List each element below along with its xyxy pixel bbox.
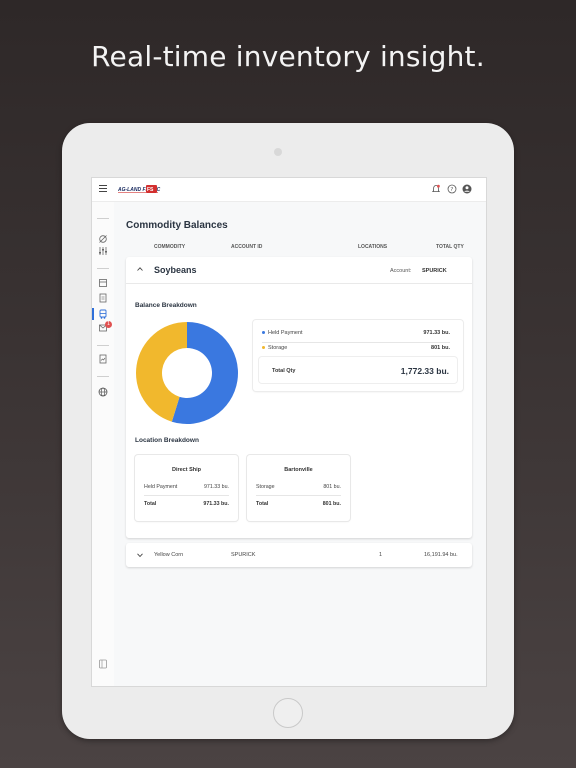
- legend-row-storage: Storage 801 bu.: [262, 345, 450, 351]
- location-total-row: Total 971.33 bu.: [144, 501, 229, 507]
- archive-icon[interactable]: [98, 278, 108, 288]
- legend-label: Held Payment: [268, 330, 303, 336]
- legend-divider: [262, 342, 450, 343]
- sidebar-active-indicator: [92, 308, 94, 320]
- location-card-bartonville: Bartonville Storage 801 bu. Total 801 bu…: [247, 455, 350, 521]
- location-row-value: 801 bu.: [323, 484, 341, 490]
- page-title: Commodity Balances: [126, 220, 228, 231]
- location-row: Held Payment 971.33 bu.: [144, 484, 229, 490]
- legend-dot-storage: [262, 346, 265, 350]
- commodity-card-soybeans: Soybeans Account: SPURICK Balance Breakd…: [126, 257, 472, 538]
- collapse-icon[interactable]: [98, 659, 108, 669]
- location-breakdown-title: Location Breakdown: [135, 437, 199, 444]
- report-icon[interactable]: [98, 354, 108, 364]
- help-icon[interactable]: ?: [447, 184, 457, 194]
- account-icon[interactable]: [462, 184, 472, 194]
- fork-icon[interactable]: [98, 234, 108, 244]
- account-label: Account:: [390, 268, 412, 274]
- location-card-direct-ship: Direct Ship Held Payment 971.33 bu. Tota…: [135, 455, 238, 521]
- location-total-value: 971.33 bu.: [203, 501, 229, 507]
- home-button[interactable]: [273, 698, 303, 728]
- col-total-qty: TOTAL QTY: [436, 244, 464, 250]
- inbox-badge: 1: [105, 321, 112, 328]
- svg-text:?: ?: [450, 187, 453, 193]
- col-locations: LOCATIONS: [358, 244, 388, 250]
- sidebar-divider: [97, 268, 109, 269]
- location-name: Bartonville: [284, 467, 313, 473]
- chevron-up-icon[interactable]: [136, 266, 144, 272]
- location-total-label: Total: [256, 501, 269, 507]
- main-content: Commodity Balances COMMODITY ACCOUNT ID …: [114, 202, 486, 686]
- commodity-name: Soybeans: [154, 265, 197, 275]
- balance-breakdown-title: Balance Breakdown: [135, 302, 197, 309]
- total-qty-row: Total Qty 1,772.33 bu.: [259, 357, 457, 383]
- globe-icon[interactable]: [98, 387, 108, 397]
- top-bar: AG-LAND FS, INC FS ?: [92, 178, 486, 202]
- sidebar-divider: [97, 376, 109, 377]
- legend-dot-held-payment: [262, 331, 265, 335]
- document-icon[interactable]: [98, 293, 108, 303]
- location-row-value: 971.33 bu.: [203, 484, 229, 490]
- location-row-label: Storage: [256, 484, 275, 490]
- legend-value: 971.33 bu.: [423, 330, 450, 336]
- sidebar: 1: [92, 202, 115, 686]
- company-logo: AG-LAND FS, INC FS: [118, 185, 161, 193]
- location-total-value: 801 bu.: [322, 501, 341, 507]
- total-qty-value: 1,772.33 bu.: [400, 366, 449, 376]
- location-total-label: Total: [144, 501, 157, 507]
- balance-legend: Held Payment 971.33 bu. Storage 801 bu. …: [253, 320, 463, 391]
- menu-icon[interactable]: [99, 185, 107, 192]
- app-screen: AG-LAND FS, INC FS ? 1 Commodity Balance…: [91, 177, 487, 687]
- sidebar-divider: [97, 345, 109, 346]
- chevron-down-icon[interactable]: [136, 552, 144, 558]
- legend-label: Storage: [268, 345, 288, 351]
- total-qty-label: Total Qty: [272, 368, 296, 374]
- location-divider: [144, 495, 229, 496]
- legend-value: 801 bu.: [431, 345, 450, 351]
- sliders-icon[interactable]: [98, 246, 108, 256]
- col-commodity: COMMODITY: [154, 244, 186, 250]
- headline: Real-time inventory insight.: [91, 40, 485, 73]
- account-value: SPURICK: [422, 268, 447, 274]
- location-name: Direct Ship: [171, 467, 202, 473]
- commodity-name: Yellow Corn: [154, 552, 184, 558]
- location-divider: [256, 495, 341, 496]
- truck-icon[interactable]: [98, 309, 108, 319]
- col-account-id: ACCOUNT ID: [231, 244, 263, 250]
- location-row-label: Held Payment: [144, 484, 178, 490]
- account-id: SPURICK: [231, 552, 256, 558]
- sidebar-divider: [97, 218, 109, 219]
- total-qty: 16,191.94 bu.: [424, 552, 458, 558]
- commodity-row-yellow-corn[interactable]: Yellow Corn SPURICK 1 16,191.94 bu.: [126, 543, 472, 567]
- front-camera: [274, 148, 282, 156]
- bell-icon[interactable]: [431, 184, 441, 194]
- locations-count: 1: [379, 552, 383, 558]
- location-total-row: Total 801 bu.: [256, 501, 341, 507]
- commodity-header[interactable]: Soybeans Account: SPURICK: [126, 257, 472, 284]
- balance-donut-chart: [136, 322, 239, 424]
- legend-row-held-payment: Held Payment 971.33 bu.: [262, 330, 450, 336]
- location-row: Storage 801 bu.: [256, 484, 341, 490]
